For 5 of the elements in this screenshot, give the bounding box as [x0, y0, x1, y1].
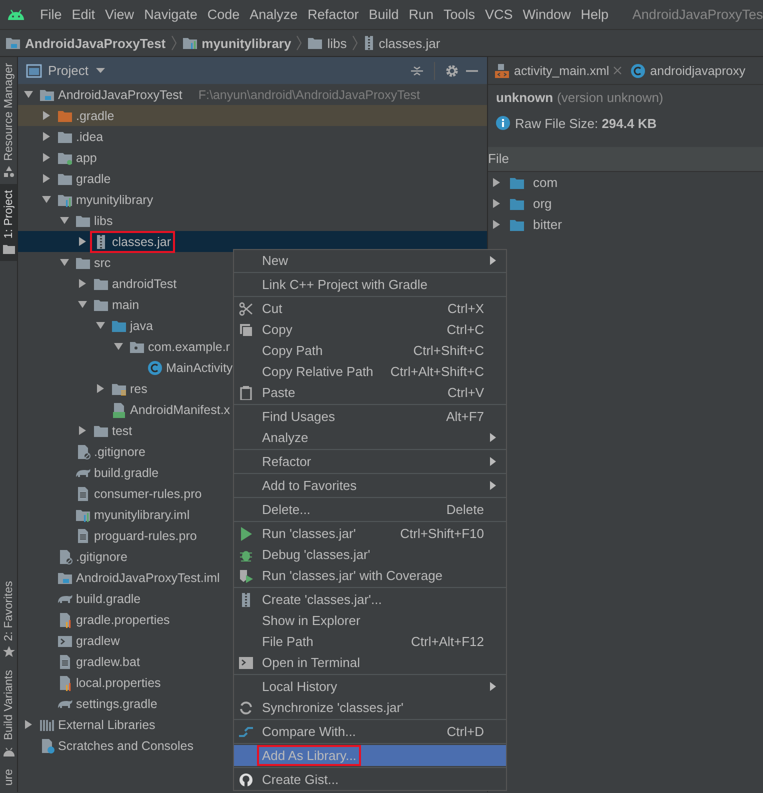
file-size-text: Raw File Size: 294.4 KB [515, 116, 657, 130]
window-title: AndroidJavaProxyTes [632, 7, 763, 22]
library-name: unknown [496, 90, 554, 104]
version-text: (version unknown) [557, 90, 664, 104]
column-header: File [488, 147, 763, 172]
